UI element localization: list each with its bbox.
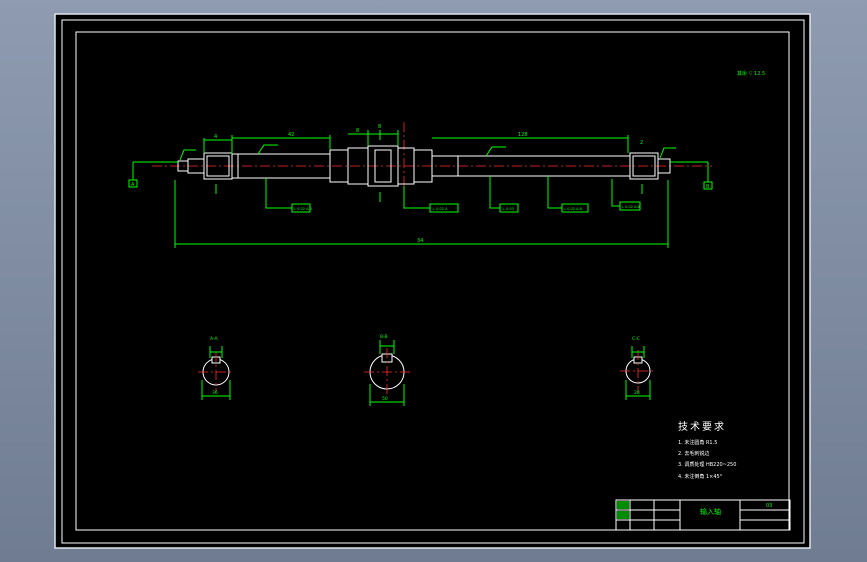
total-length-label: 34 [417, 238, 423, 244]
tech-requirement-item-2: 2. 去毛刺锐边 [678, 450, 709, 457]
section-c-label: C-C [632, 336, 640, 342]
roughness-note: 其余 ▽ 12.5 [737, 70, 765, 77]
dim-label-3: 8 [378, 124, 381, 130]
part-name: 输入轴 [700, 507, 721, 516]
tolerance-text-4: ⊥ 0.02 A-B [563, 207, 583, 211]
tech-requirement-item-3: 3. 调质处理 HB220~250 [678, 461, 736, 468]
section-b-dim: 50 [382, 396, 388, 402]
dim-label-2: 8 [356, 128, 359, 134]
dim-label-1: 42 [288, 132, 294, 138]
datum-a-label: A [131, 182, 135, 188]
tech-requirement-item-4: 4. 未注倒角 1×45° [678, 473, 723, 480]
section-b-label: B-B [380, 334, 388, 340]
tech-requirements-title: 技术要求 [678, 420, 726, 433]
drawing-code: 03 [766, 503, 772, 509]
drawing-canvas: 其余 ▽ 12.5 42 8 8 128 4 2 34 A B ⊥ 0.02 A… [54, 13, 811, 549]
section-c-dim: 28 [634, 390, 640, 396]
cad-viewport: 其余 ▽ 12.5 42 8 8 128 4 2 34 A B ⊥ 0.02 A… [0, 0, 867, 562]
section-a-dim: 36 [212, 390, 218, 396]
dim-label-4: 128 [518, 132, 528, 138]
tech-requirement-item-1: 1. 未注圆角 R1.5 [678, 439, 717, 446]
tolerance-text-2: ⊥ 0.02 A [432, 207, 448, 211]
section-a-label: A-A [210, 336, 219, 342]
tolerance-text-5: ⊥ 0.02 A-B [621, 205, 641, 209]
datum-b-label: B [706, 184, 710, 190]
dim-label-6: 2 [640, 140, 643, 146]
tolerance-text-3: ⊥ 0.03 [502, 207, 514, 211]
tolerance-text-1: ⊥ 0.02 A-B [293, 207, 313, 211]
dim-label-5: 4 [214, 134, 217, 140]
